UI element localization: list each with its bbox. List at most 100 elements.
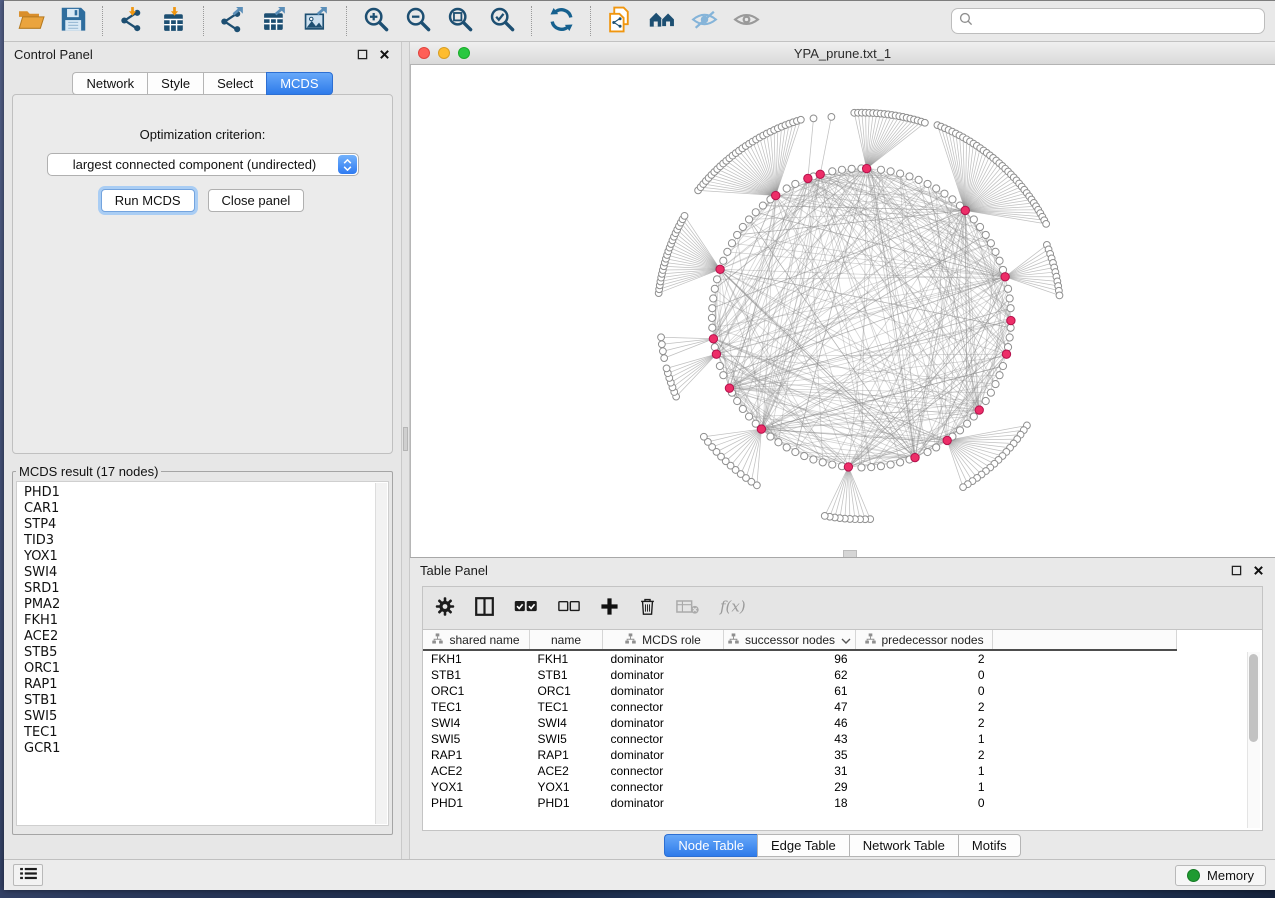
cell[interactable]: TEC1	[423, 699, 530, 715]
cell[interactable]: SWI4	[423, 715, 530, 731]
mcds-node[interactable]	[772, 191, 780, 199]
delete-columns-button[interactable]	[639, 596, 656, 620]
cell[interactable]: ORC1	[423, 683, 530, 699]
mcds-node[interactable]	[725, 384, 733, 392]
control-panel-close-button[interactable]	[378, 48, 391, 61]
column-header-shared-name[interactable]: shared name	[423, 630, 530, 650]
network-canvas[interactable]	[411, 65, 1275, 557]
show-all-button[interactable]	[726, 4, 766, 38]
mcds-node[interactable]	[911, 453, 919, 461]
table-row[interactable]: STB1STB1dominator620	[423, 667, 1177, 683]
tab-node-table[interactable]: Node Table	[664, 834, 757, 857]
cell[interactable]	[993, 683, 1177, 699]
close-window-button[interactable]	[418, 47, 430, 59]
splitter-grip[interactable]	[403, 427, 408, 451]
cell[interactable]: 2	[856, 747, 993, 763]
mcds-node[interactable]	[1007, 316, 1015, 324]
cell[interactable]: 62	[724, 667, 856, 683]
cell[interactable]: TEC1	[530, 699, 603, 715]
mcds-node[interactable]	[816, 170, 824, 178]
cell[interactable]: dominator	[603, 650, 724, 667]
cell[interactable]: PHD1	[423, 795, 530, 811]
duplicate-network-button[interactable]	[600, 4, 640, 38]
mcds-node[interactable]	[1001, 273, 1009, 281]
column-header-successor-nodes[interactable]: successor nodes	[724, 630, 856, 650]
mcds-node[interactable]	[862, 164, 870, 172]
cell[interactable]: connector	[603, 699, 724, 715]
table-row[interactable]: TEC1TEC1connector472	[423, 699, 1177, 715]
mcds-node-item[interactable]: CAR1	[24, 501, 374, 517]
mcds-node[interactable]	[943, 436, 951, 444]
cell[interactable]: SWI5	[423, 731, 530, 747]
mcds-node-item[interactable]: STB5	[24, 645, 374, 661]
column-header-MCDS-role[interactable]: MCDS role	[603, 630, 724, 650]
mcds-node[interactable]	[1002, 350, 1010, 358]
mcds-node-item[interactable]: SWI5	[24, 709, 374, 725]
cell[interactable]: ORC1	[530, 683, 603, 699]
cell[interactable]: dominator	[603, 747, 724, 763]
tab-motifs[interactable]: Motifs	[958, 834, 1021, 857]
network-titlebar[interactable]: YPA_prune.txt_1	[410, 42, 1275, 65]
tab-mcds[interactable]: MCDS	[266, 72, 332, 95]
table-row[interactable]: SWI4SWI4dominator462	[423, 715, 1177, 731]
table-scrollbar-thumb[interactable]	[1249, 654, 1258, 742]
cell[interactable]: 2	[856, 650, 993, 667]
mcds-node-item[interactable]: GCR1	[24, 741, 374, 757]
cell[interactable]: ACE2	[423, 763, 530, 779]
minimize-window-button[interactable]	[438, 47, 450, 59]
cell[interactable]: 46	[724, 715, 856, 731]
tab-style[interactable]: Style	[147, 72, 203, 95]
mcds-list-scrollbar[interactable]	[375, 483, 387, 824]
memory-button[interactable]: Memory	[1175, 865, 1266, 886]
table-options-button[interactable]	[435, 596, 455, 620]
zoom-in-button[interactable]	[356, 4, 396, 38]
mcds-node-item[interactable]: ACE2	[24, 629, 374, 645]
tab-network[interactable]: Network	[72, 72, 147, 95]
cell[interactable]: 47	[724, 699, 856, 715]
cell[interactable]: 2	[856, 699, 993, 715]
add-column-button[interactable]	[600, 596, 619, 620]
mcds-node[interactable]	[712, 350, 720, 358]
cell[interactable]: 1	[856, 763, 993, 779]
run-mcds-button[interactable]: Run MCDS	[101, 189, 195, 212]
cell[interactable]: FKH1	[530, 650, 603, 667]
export-network-button[interactable]	[213, 4, 253, 38]
cell[interactable]	[993, 667, 1177, 683]
mcds-node-item[interactable]: PMA2	[24, 597, 374, 613]
mcds-node-item[interactable]: TEC1	[24, 725, 374, 741]
cell[interactable]: dominator	[603, 683, 724, 699]
select-all-columns-button[interactable]	[514, 596, 538, 620]
refresh-view-button[interactable]	[541, 4, 581, 38]
cell[interactable]: PHD1	[530, 795, 603, 811]
cell[interactable]	[993, 715, 1177, 731]
cell[interactable]: STB1	[530, 667, 603, 683]
mcds-node-item[interactable]: FKH1	[24, 613, 374, 629]
mcds-node[interactable]	[716, 265, 724, 273]
control-panel-float-button[interactable]	[356, 48, 369, 61]
table-row[interactable]: FKH1FKH1dominator962	[423, 650, 1177, 667]
cell[interactable]: dominator	[603, 715, 724, 731]
search-input[interactable]	[978, 13, 1257, 29]
cell[interactable]	[993, 763, 1177, 779]
cell[interactable]: 0	[856, 667, 993, 683]
table-scrollbar[interactable]	[1247, 652, 1260, 828]
mcds-node[interactable]	[757, 425, 765, 433]
zoom-out-button[interactable]	[398, 4, 438, 38]
table-row[interactable]: YOX1YOX1connector291	[423, 779, 1177, 795]
mcds-node[interactable]	[709, 335, 717, 343]
export-image-button[interactable]	[297, 4, 337, 38]
cell[interactable]: 35	[724, 747, 856, 763]
cell[interactable]: FKH1	[423, 650, 530, 667]
cell[interactable]: connector	[603, 779, 724, 795]
cell[interactable]: connector	[603, 731, 724, 747]
cell[interactable]: 0	[856, 795, 993, 811]
zoom-fit-button[interactable]	[440, 4, 480, 38]
mcds-node[interactable]	[975, 406, 983, 414]
cell[interactable]: 29	[724, 779, 856, 795]
table-panel-float-button[interactable]	[1230, 564, 1243, 577]
deselect-all-columns-button[interactable]	[558, 596, 580, 620]
zoom-selected-button[interactable]	[482, 4, 522, 38]
mcds-node[interactable]	[844, 463, 852, 471]
cell[interactable]: 96	[724, 650, 856, 667]
export-table-button[interactable]	[255, 4, 295, 38]
